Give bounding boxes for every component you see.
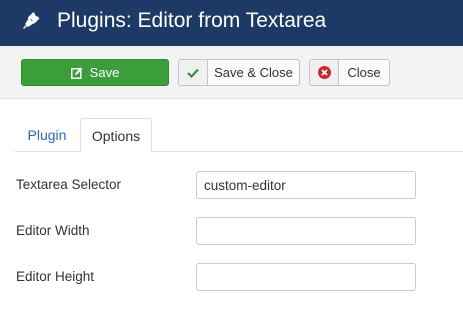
save-and-close-label: Save & Close [214,65,293,80]
tab-plugin[interactable]: Plugin [17,118,77,152]
textarea-selector-row: Textarea Selector [0,171,463,199]
plug-icon [23,12,40,29]
editor-height-label: Editor Height [16,269,95,284]
edit-icon [70,67,83,79]
close-button[interactable]: Close [309,59,390,86]
close-circle-icon [310,60,339,85]
tab-bar: Plugin Options [0,99,463,153]
toolbar: Save Save & Close Close [0,46,463,99]
tab-options[interactable]: Options [80,118,152,152]
check-icon [179,60,208,85]
save-button[interactable]: Save [21,59,169,86]
save-button-label: Save [89,65,120,80]
editor-height-row: Editor Height [0,263,463,291]
page-title: Plugins: Editor from Textarea [57,9,327,32]
close-label: Close [347,65,381,80]
editor-height-input[interactable] [196,263,416,291]
editor-width-row: Editor Width [0,217,463,245]
page-header: Plugins: Editor from Textarea [0,0,463,46]
textarea-selector-input[interactable] [196,171,416,199]
editor-width-label: Editor Width [16,223,90,238]
editor-width-input[interactable] [196,217,416,245]
save-and-close-button[interactable]: Save & Close [178,59,300,86]
textarea-selector-label: Textarea Selector [16,177,122,192]
